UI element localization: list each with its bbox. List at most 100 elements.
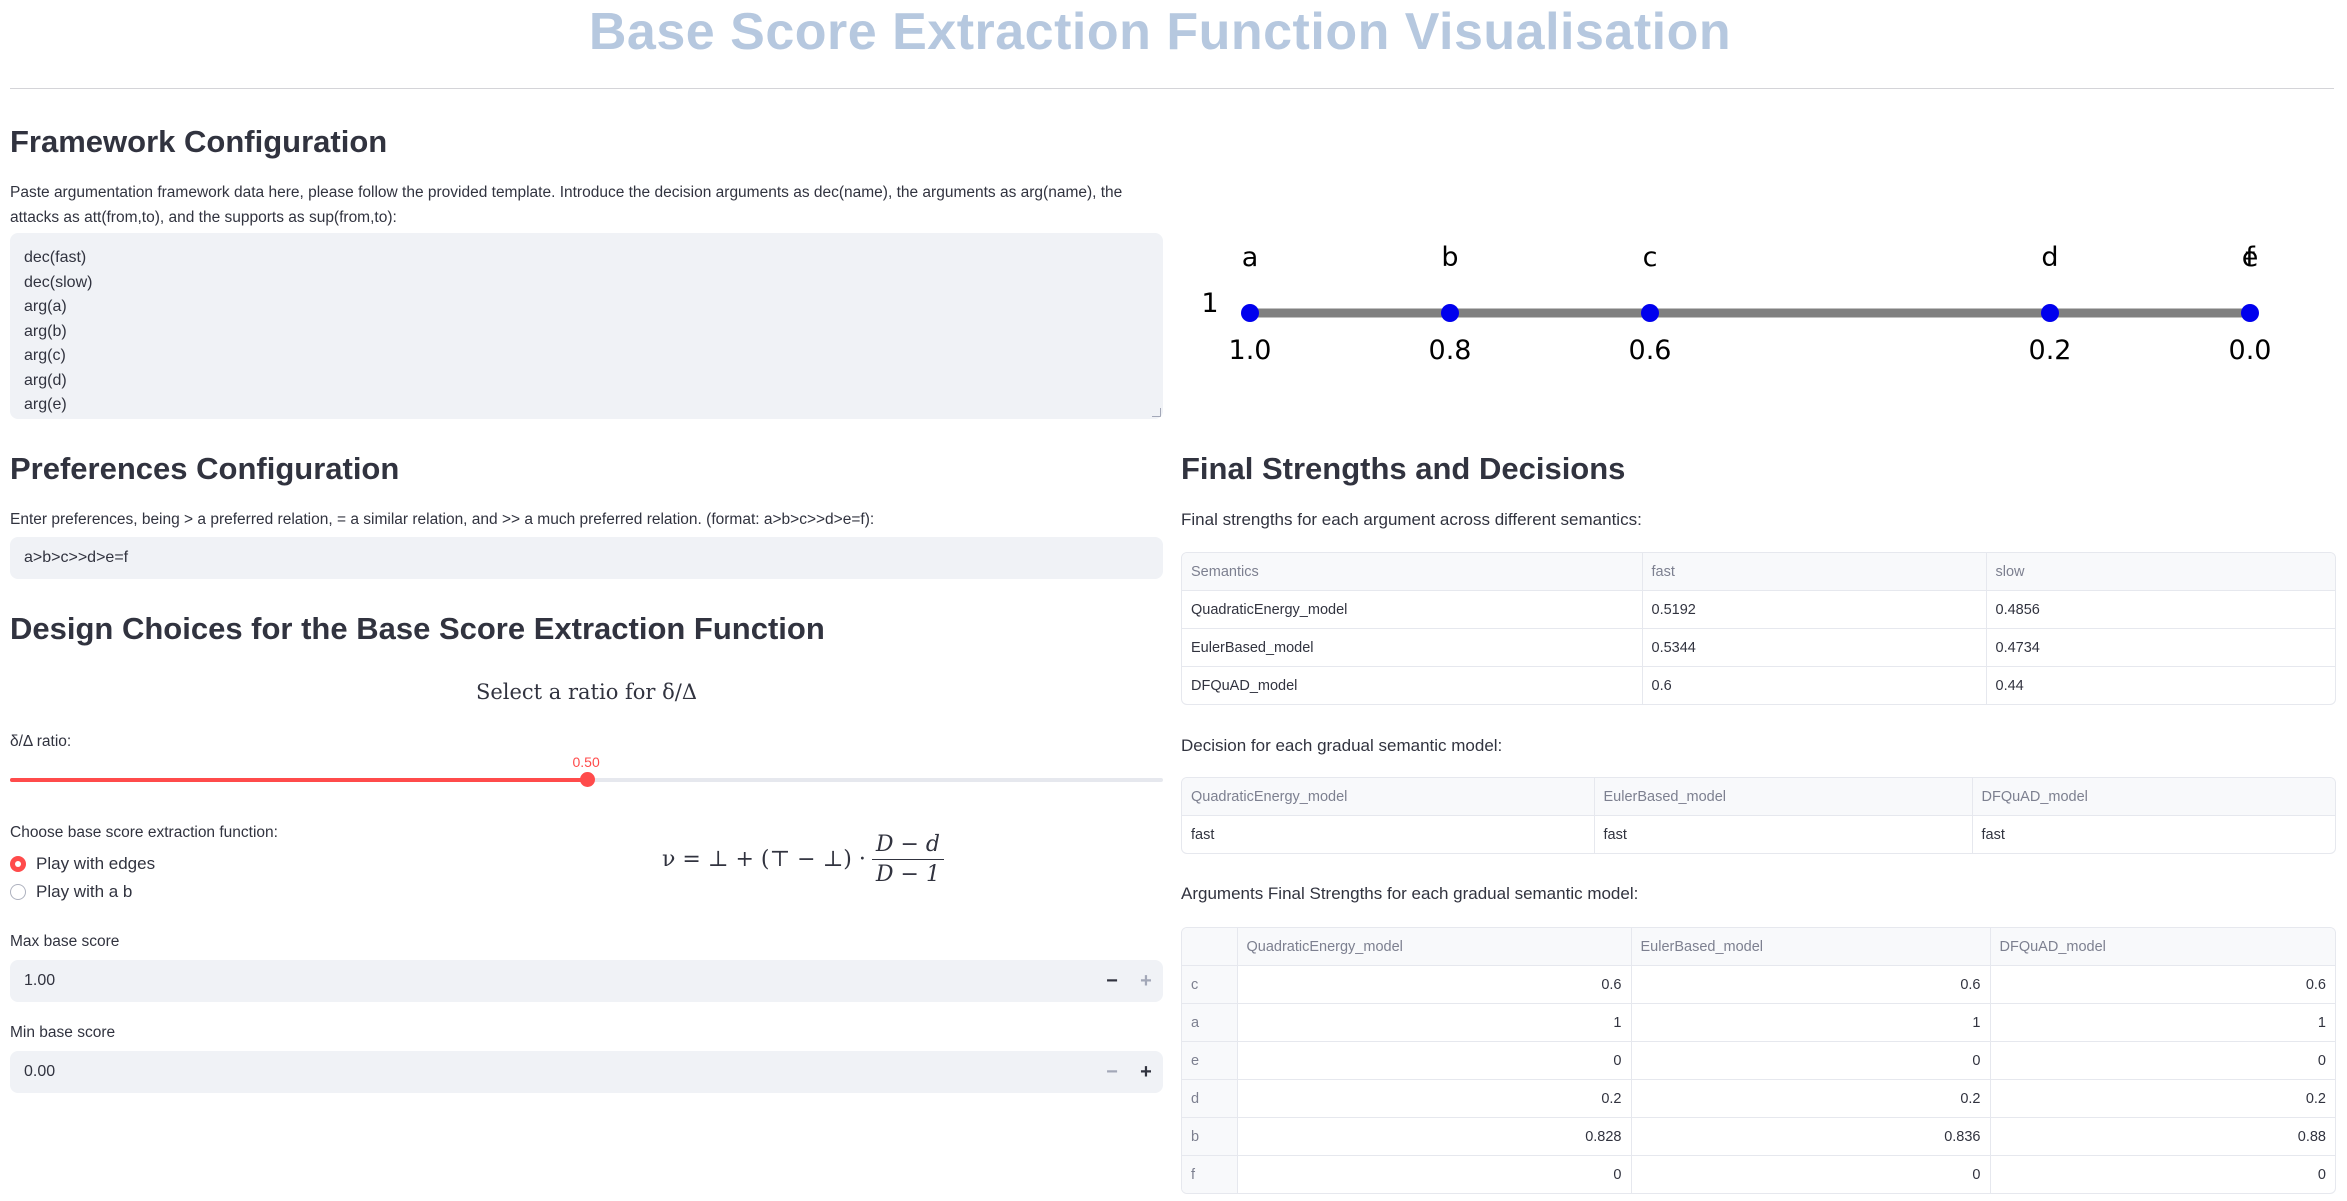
table-row: f 0 0 0: [1182, 1155, 2335, 1193]
table-row: QuadraticEnergy_model 0.5192 0.4856: [1182, 590, 2335, 629]
table-row: a 1 1 1: [1182, 1003, 2335, 1042]
table-row: c 0.6 0.6 0.6: [1182, 965, 2335, 1004]
base-score-number-line: 10a1.0b0.8c0.6d0.2e0.0f: [1201, 242, 2272, 366]
table-cell: fast: [1594, 815, 1973, 853]
increment-button[interactable]: +: [1129, 1051, 1163, 1093]
min-base-score-input[interactable]: 0.00 − +: [10, 1051, 1163, 1093]
resize-handle-icon[interactable]: [1152, 408, 1161, 417]
framework-line: dec(fast): [24, 249, 87, 266]
table-cell: 1: [1990, 1003, 2335, 1042]
row-index: d: [1182, 1079, 1238, 1118]
framework-heading: Framework Configuration: [10, 124, 388, 159]
increment-button[interactable]: +: [1129, 960, 1163, 1002]
framework-line: dec(slow): [24, 273, 93, 291]
table-row: b 0.828 0.836 0.88: [1182, 1117, 2335, 1156]
number-line-point: [1641, 304, 1659, 322]
number-line-point-label: a: [1242, 242, 1259, 273]
framework-textarea[interactable]: dec(fast) dec(slow) arg(a) arg(b) arg(c)…: [10, 233, 1163, 419]
column-header: [1182, 928, 1238, 966]
column-header[interactable]: EulerBased_model: [1594, 778, 1973, 816]
formula-numerator: D − d: [871, 832, 945, 860]
column-header[interactable]: QuadraticEnergy_model: [1237, 928, 1632, 966]
option-label: Play with edges: [36, 854, 156, 873]
page-title: Base Score Extraction Function Visualisa…: [588, 3, 1732, 61]
table-cell: 0.5192: [1642, 590, 1987, 629]
preferences-input[interactable]: a>b>c>>d>e=f: [10, 537, 1163, 579]
table-cell: 0.6: [1642, 666, 1987, 704]
table-header-row: QuadraticEnergy_model EulerBased_model D…: [1182, 928, 2335, 966]
args-caption: Arguments Final Strengths for each gradu…: [1181, 884, 1639, 903]
strengths-table[interactable]: Semantics fast slow QuadraticEnergy_mode…: [1181, 552, 2336, 705]
number-line-point-label: f: [2245, 242, 2256, 273]
table-cell: 1: [1631, 1003, 1991, 1042]
table-row: EulerBased_model 0.5344 0.4734: [1182, 628, 2335, 667]
column-header[interactable]: DFQuAD_model: [1972, 778, 2335, 816]
column-header[interactable]: QuadraticEnergy_model: [1182, 778, 1595, 816]
column-header[interactable]: slow: [1986, 553, 2335, 591]
strengths-caption: Final strengths for each argument across…: [1181, 510, 1642, 529]
table-cell: 0.5344: [1642, 628, 1987, 667]
table-cell: 0: [1237, 1155, 1632, 1193]
number-line-value-label: 0.0: [2229, 335, 2272, 366]
number-line-value-label: 0.2: [2029, 335, 2072, 366]
design-heading: Design Choices for the Base Score Extrac…: [10, 611, 825, 646]
framework-line: arg(d): [24, 371, 67, 389]
number-line-value-label: 0.6: [1629, 335, 1672, 366]
number-line-point: [1241, 304, 1259, 322]
framework-instructions: Paste argumentation framework data here,…: [10, 184, 1123, 226]
table-row: d 0.2 0.2 0.2: [1182, 1079, 2335, 1118]
option-play-with-a-b[interactable]: Play with a b: [10, 882, 132, 902]
option-label: Play with a b: [36, 882, 133, 901]
column-header[interactable]: fast: [1642, 553, 1987, 591]
min-base-score-value: 0.00: [24, 1063, 56, 1080]
table-cell: 0: [1990, 1041, 2335, 1080]
table-cell: DFQuAD_model: [1182, 666, 1643, 704]
table-cell: 0.44: [1995, 677, 2024, 694]
table-cell: 0.88: [1990, 1117, 2335, 1156]
max-base-score-label: Max base score: [10, 933, 120, 950]
table-cell: 0.2: [1237, 1079, 1632, 1118]
table-cell: 0.6: [1631, 965, 1991, 1004]
formula-lhs: ν = ⊥ + (⊤ − ⊥) ·: [662, 847, 866, 872]
title-divider: [10, 88, 2334, 89]
decision-table[interactable]: QuadraticEnergy_model EulerBased_model D…: [1181, 777, 2336, 854]
number-line-point-label: b: [1441, 242, 1458, 273]
slider-label: δ/Δ ratio:: [10, 733, 72, 750]
column-header[interactable]: DFQuAD_model: [1990, 928, 2335, 966]
decrement-button[interactable]: −: [1095, 960, 1129, 1002]
table-cell: 0.2: [1631, 1079, 1991, 1118]
results-heading: Final Strengths and Decisions: [1181, 451, 1626, 486]
table-cell: 0: [2317, 1166, 2326, 1183]
row-index: c: [1182, 965, 1238, 1004]
min-base-score-label: Min base score: [10, 1024, 116, 1041]
framework-line: arg(b): [24, 322, 67, 340]
radio-selected-icon[interactable]: [10, 856, 26, 872]
formula-fraction: D − d D − 1: [871, 832, 945, 887]
number-line-point: [1441, 304, 1459, 322]
max-base-score-input[interactable]: 1.00 − +: [10, 960, 1163, 1002]
number-line-value-label: 0.8: [1429, 335, 1472, 366]
table-cell: QuadraticEnergy_model: [1182, 590, 1643, 629]
column-header[interactable]: Semantics: [1182, 553, 1643, 591]
table-cell: fast: [1981, 826, 2005, 843]
slider-value: 0.50: [572, 754, 600, 770]
option-play-with-edges[interactable]: Play with edges: [10, 854, 155, 874]
table-cell: 0: [1631, 1155, 1991, 1193]
number-line-value-label: 1.0: [1229, 335, 1272, 366]
decrement-button[interactable]: −: [1095, 1051, 1129, 1093]
ratio-slider-thumb[interactable]: [579, 772, 595, 787]
radio-unselected-icon[interactable]: [10, 884, 26, 900]
number-line-point: [2241, 304, 2259, 322]
column-header[interactable]: EulerBased_model: [1631, 928, 1991, 966]
function-label: Choose base score extraction function:: [10, 824, 278, 841]
number-line-point-label: d: [2041, 242, 2058, 273]
framework-line: arg(a): [24, 298, 67, 315]
framework-line: arg(c): [24, 347, 66, 364]
preferences-value: a>b>c>>d>e=f: [24, 549, 129, 566]
number-line-point: [2041, 304, 2059, 322]
ratio-slider-fill: [10, 778, 587, 782]
table-cell: 0: [1631, 1041, 1991, 1080]
table-row: e 0 0 0: [1182, 1041, 2335, 1080]
arguments-strengths-table[interactable]: QuadraticEnergy_model EulerBased_model D…: [1181, 927, 2336, 1194]
table-row: fast fast fast: [1182, 815, 2335, 853]
